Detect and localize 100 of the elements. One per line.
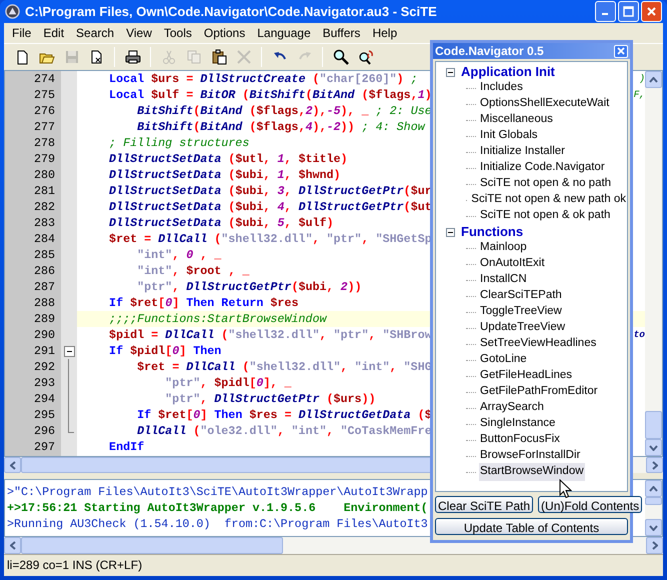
code-line: DllStructSetData ($ubi, 1, $hwnd) — [108, 167, 341, 183]
tree-item[interactable]: Mainloop — [479, 239, 528, 257]
tree-item[interactable]: GetFileHeadLines — [479, 367, 574, 385]
close-button[interactable] — [641, 1, 662, 22]
line-number: 286 — [32, 263, 56, 279]
code-line: DllCall ("ole32.dll", "int", "CoTaskMemFre — [136, 423, 432, 439]
tree-item[interactable]: GotoLine — [479, 351, 528, 369]
menu-item[interactable]: Tools — [158, 24, 198, 42]
menu-item[interactable]: Options — [198, 24, 252, 42]
minimize-button[interactable] — [595, 1, 616, 22]
tree-item[interactable]: BrowseForInstallDir — [479, 447, 582, 465]
line-number: 275 — [32, 87, 56, 103]
tree-item[interactable]: OnAutoItExit — [479, 255, 546, 273]
vertical-scrollbar[interactable] — [645, 480, 662, 536]
scroll-right-button[interactable] — [646, 537, 663, 554]
code-line: BitShift(BitAnd ($flags,4),-2)) ; 4: Show — [136, 119, 425, 135]
code-line: $ret = DllCall ("shell32.dll", "ptr", "SHGetSp — [108, 231, 432, 247]
tree-item[interactable]: UpdateTreeView — [479, 319, 566, 337]
caret-left-icon — [10, 460, 16, 470]
tree-item[interactable]: SciTE not open & ok path — [479, 207, 612, 225]
tree-item[interactable]: SciTE not open & no path — [479, 175, 612, 193]
menu-item[interactable]: Language — [251, 24, 317, 42]
tree-item[interactable]: GetFilePathFromEditor — [479, 383, 599, 401]
line-number: 290 — [32, 327, 56, 343]
close-icon — [617, 47, 625, 55]
tree-item[interactable]: ArraySearch — [479, 399, 545, 417]
line-number: 278 — [32, 135, 56, 151]
scroll-thumb[interactable] — [645, 411, 662, 439]
collapse-toggle[interactable] — [446, 68, 455, 76]
code-line: F, — [634, 88, 645, 102]
close-button[interactable] — [614, 44, 628, 58]
code-line: ;;;;Functions:StartBrowseWindow — [108, 311, 326, 327]
menu-item[interactable]: Search — [70, 24, 120, 42]
tree-item[interactable]: SetTreeViewHeadlines — [479, 335, 598, 353]
tree-item[interactable]: Initialize Code.Navigator — [479, 159, 606, 177]
tree-item[interactable]: SciTE not open & new path ok — [470, 191, 627, 209]
panel-title: Code.Navigator 0.5 — [435, 43, 544, 60]
scroll-right-button[interactable] — [646, 457, 663, 473]
fold-toggle[interactable] — [64, 346, 74, 356]
code-line: DllStructSetData ($ubi, 4, DllStructGetPtr($ut — [108, 199, 432, 215]
scroll-down-button[interactable] — [645, 519, 662, 536]
tree-item[interactable]: ClearSciTEPath — [479, 287, 563, 305]
line-number: 274 — [32, 71, 56, 87]
code-line: "ptr", DllStructGetPtr ($urs)) — [164, 391, 376, 407]
vertical-scrollbar[interactable] — [645, 71, 662, 456]
close-icon — [646, 6, 657, 17]
tree-item[interactable]: Initialize Installer — [479, 143, 566, 161]
tree-item[interactable]: InstallCN — [479, 271, 528, 289]
menu-item[interactable]: Help — [366, 24, 404, 42]
maximize-icon — [623, 6, 634, 17]
tree-item[interactable]: Init Globals — [479, 127, 539, 145]
scroll-thumb[interactable] — [645, 497, 662, 505]
line-number: 291 — [32, 343, 56, 359]
collapse-toggle[interactable] — [446, 228, 455, 236]
scroll-up-button[interactable] — [645, 71, 662, 88]
output-line: +>17:56:21 Starting AutoIt3Wrapper v.1.9.5.6 Environment( — [7, 500, 428, 516]
scroll-down-button[interactable] — [645, 439, 662, 456]
line-number: 294 — [32, 391, 56, 407]
scroll-left-button[interactable] — [4, 537, 21, 554]
menu-item[interactable]: File — [6, 24, 38, 42]
caret-right-icon — [652, 541, 658, 550]
scroll-thumb[interactable] — [21, 537, 283, 554]
line-number: 293 — [32, 375, 56, 391]
tree-item[interactable]: Includes — [479, 79, 524, 97]
update-contents-button[interactable]: Update Table of Contents — [435, 518, 628, 535]
tree-item[interactable]: ButtonFocusFix — [479, 431, 561, 449]
code-line: "ptr", DllStructGetPtr($ubi, 2)) — [136, 279, 362, 295]
line-number: 297 — [32, 439, 56, 455]
code-line: "int", $root , _ — [136, 263, 250, 279]
code-line: DllStructSetData ($ubi, 3, DllStructGetPtr($ur — [108, 183, 432, 199]
panel-button[interactable]: Clear SciTE Path — [435, 496, 534, 513]
tree-item[interactable]: ToggleTreeView — [479, 303, 563, 321]
code-line: to — [634, 328, 645, 342]
status-text: li=289 co=1 INS (CR+LF) — [7, 556, 142, 574]
line-number: 282 — [32, 199, 56, 215]
scroll-left-button[interactable] — [4, 457, 21, 473]
tree-item[interactable]: Application Init — [460, 62, 556, 82]
window-title: C:\Program Files, Own\Code.Navigator\Code.Navigator.au3 - SciTE — [25, 2, 437, 21]
tree-item[interactable]: Functions — [460, 222, 524, 242]
panel-button[interactable]: (Un)Fold Contents — [538, 496, 642, 513]
scroll-up-button[interactable] — [645, 480, 662, 497]
line-number: 277 — [32, 119, 56, 135]
tree-item[interactable]: SingleInstance — [479, 415, 556, 433]
code-line: "ptr", $pidl[0], _ — [164, 375, 292, 391]
code-line: DllStructSetData ($ubi, 5, $ulf) — [108, 215, 334, 231]
line-number: 284 — [32, 231, 56, 247]
caret-right-icon — [652, 460, 658, 470]
code-line: ) — [639, 72, 645, 86]
menu-item[interactable]: Buffers — [316, 24, 366, 42]
maximize-button[interactable] — [618, 1, 639, 22]
output-line: >Running AU3Check (1.54.10.0) from:C:\Program Files\AutoIt3 — [7, 516, 428, 532]
tree-item[interactable]: OptionsShellExecuteWait — [479, 95, 610, 113]
code-line: Local $ulf = BitOR (BitShift(BitAnd ($flags,1) — [108, 87, 432, 103]
line-number: 281 — [32, 183, 56, 199]
tree-item[interactable]: Miscellaneous — [479, 111, 554, 129]
caret-left-icon — [10, 541, 16, 550]
line-number: 283 — [32, 215, 56, 231]
tree-item[interactable]: StartBrowseWindow — [479, 463, 585, 481]
menu-item[interactable]: View — [120, 24, 158, 42]
menu-item[interactable]: Edit — [37, 24, 70, 42]
